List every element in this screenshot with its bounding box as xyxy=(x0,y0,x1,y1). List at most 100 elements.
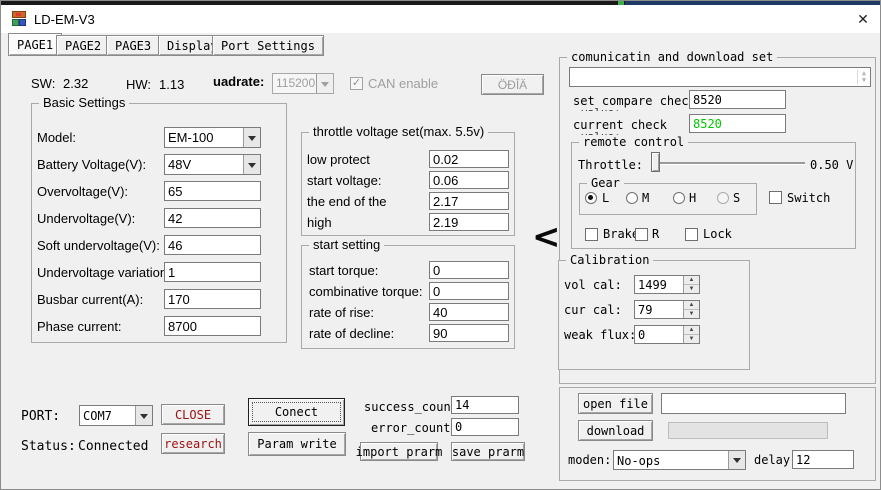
throttle-slider-track[interactable] xyxy=(653,162,805,164)
chevron-down-icon xyxy=(728,451,745,469)
rate-of-decline-label: rate of decline: xyxy=(309,326,394,341)
chevron-down-icon xyxy=(243,155,260,174)
tab-page2[interactable]: PAGE2 xyxy=(56,35,110,56)
tab-port-settings[interactable]: Port Settings xyxy=(212,35,324,56)
gear-radio-l[interactable] xyxy=(585,192,597,204)
comm-message-field[interactable]: ▲▼ xyxy=(569,67,871,87)
gear-radio-h[interactable] xyxy=(673,192,685,204)
start-torque-input[interactable] xyxy=(429,261,509,279)
spin-up-icon[interactable]: ▲ xyxy=(684,276,699,285)
title-bar: LD-EM-V3 ✕ xyxy=(1,5,880,33)
gear-radio-m[interactable] xyxy=(626,192,638,204)
basic-settings-title: Basic Settings xyxy=(39,96,129,110)
baudrate-combo[interactable]: 115200 xyxy=(272,73,334,94)
spin-down-icon[interactable]: ▼ xyxy=(684,310,699,318)
weak-flux-spinner[interactable]: 0 ▲▼ xyxy=(634,325,700,344)
undervoltage-input[interactable] xyxy=(164,208,261,228)
gear-title: Gear xyxy=(587,176,624,190)
low-protect-input[interactable] xyxy=(429,150,509,168)
tab-page3[interactable]: PAGE3 xyxy=(106,35,160,56)
error-count-input[interactable] xyxy=(451,418,519,436)
start-voltage-input[interactable] xyxy=(429,171,509,189)
busbar-current-label: Busbar current(A): xyxy=(37,292,143,307)
brake-checkbox[interactable] xyxy=(585,228,598,241)
import-param-button[interactable]: import prarm xyxy=(360,442,438,461)
overvoltage-input[interactable] xyxy=(164,181,261,201)
switch-checkbox[interactable] xyxy=(769,191,782,204)
high-input[interactable] xyxy=(429,213,509,231)
param-write-button[interactable]: Param write xyxy=(248,432,346,456)
can-enable-checkbox[interactable]: ✓ xyxy=(350,77,363,90)
open-file-button[interactable]: open file xyxy=(578,393,653,414)
lock-checkbox[interactable] xyxy=(685,228,698,241)
close-icon[interactable]: ✕ xyxy=(851,9,875,29)
r-label: R xyxy=(652,227,659,241)
delay-input[interactable] xyxy=(792,450,854,469)
gear-label-m: M xyxy=(642,191,649,205)
phase-current-input[interactable] xyxy=(164,316,261,336)
overvoltage-label: Overvoltage(V): xyxy=(37,184,128,199)
brake-label: Brake xyxy=(603,227,639,241)
tab-page1[interactable]: PAGE1 xyxy=(8,33,62,56)
model-label: Model: xyxy=(37,130,76,145)
vol-cal-value: 1499 xyxy=(635,276,683,293)
throttle-slider-label: Throttle: xyxy=(578,158,643,172)
throttle-slider-value: 0.50 V xyxy=(810,158,853,172)
spin-up-icon[interactable]: ▲ xyxy=(684,326,699,335)
port-combo[interactable]: COM7 xyxy=(79,405,153,426)
spin-up-icon[interactable]: ▲ xyxy=(684,301,699,310)
rate-of-rise-input[interactable] xyxy=(429,303,509,321)
chevron-down-icon xyxy=(135,406,152,425)
scroll-arrows-icon[interactable]: ▲▼ xyxy=(857,70,870,84)
soft-undervoltage-input[interactable] xyxy=(164,235,261,255)
phase-current-label: Phase current: xyxy=(37,319,122,334)
moden-value: No-ops xyxy=(614,451,728,469)
set-compare-check-label: set compare check xyxy=(573,94,696,108)
current-check-input[interactable] xyxy=(689,114,786,133)
remote-control-title: remote control xyxy=(579,135,688,149)
baudrate-label: uadrate: xyxy=(213,74,264,89)
spin-down-icon[interactable]: ▼ xyxy=(684,335,699,343)
delay-label: delay: xyxy=(754,453,797,467)
port-value: COM7 xyxy=(80,406,135,425)
download-progress-bar xyxy=(668,422,828,439)
r-checkbox[interactable] xyxy=(635,228,648,241)
can-enable-label: CAN enable xyxy=(368,76,438,91)
close-port-button[interactable]: CLOSE xyxy=(161,404,225,425)
undervoltage-label: Undervoltage(V): xyxy=(37,211,135,226)
gear-label-s: S xyxy=(733,191,740,205)
start-torque-label: start torque: xyxy=(309,263,378,278)
gear-radio-s[interactable] xyxy=(717,192,729,204)
rate-of-decline-input[interactable] xyxy=(429,324,509,342)
busbar-current-input[interactable] xyxy=(164,289,261,309)
undervoltage-variation-label: Undervoltage variation: xyxy=(37,265,171,280)
save-param-button[interactable]: save prarm xyxy=(451,442,525,461)
file-path-input[interactable] xyxy=(661,393,846,414)
success-count-input[interactable] xyxy=(451,396,519,414)
cur-cal-spinner[interactable]: 79 ▲▼ xyxy=(634,300,700,319)
set-compare-check-input[interactable] xyxy=(689,90,786,109)
combinative-torque-label: combinative torque: xyxy=(309,284,422,299)
weak-flux-label: weak flux: xyxy=(564,328,636,342)
battery-voltage-combo[interactable]: 48V xyxy=(164,154,261,175)
language-button[interactable]: ÖÐÎÄ xyxy=(481,74,544,95)
throttle-slider-thumb[interactable] xyxy=(651,152,660,172)
calibration-title: Calibration xyxy=(566,253,653,267)
end-of-the-input[interactable] xyxy=(429,192,509,210)
spin-down-icon[interactable]: ▼ xyxy=(684,285,699,293)
cur-cal-label: cur cal: xyxy=(564,303,622,317)
hw-value: 1.13 xyxy=(159,77,184,92)
current-check-label: current check xyxy=(573,118,667,132)
connect-button[interactable]: Conect xyxy=(248,398,345,426)
model-combo[interactable]: EM-100 xyxy=(164,127,261,148)
combinative-torque-input[interactable] xyxy=(429,282,509,300)
research-button[interactable]: research xyxy=(161,433,225,454)
error-count-label: error_count: xyxy=(371,421,458,435)
undervoltage-variation-input[interactable] xyxy=(164,262,261,282)
download-button[interactable]: download xyxy=(578,420,653,441)
vol-cal-spinner[interactable]: 1499 ▲▼ xyxy=(634,275,700,294)
model-value: EM-100 xyxy=(165,128,243,147)
soft-undervoltage-label: Soft undervoltage(V): xyxy=(37,238,160,253)
gear-label-l: L xyxy=(602,191,609,205)
moden-combo[interactable]: No-ops xyxy=(613,450,746,470)
